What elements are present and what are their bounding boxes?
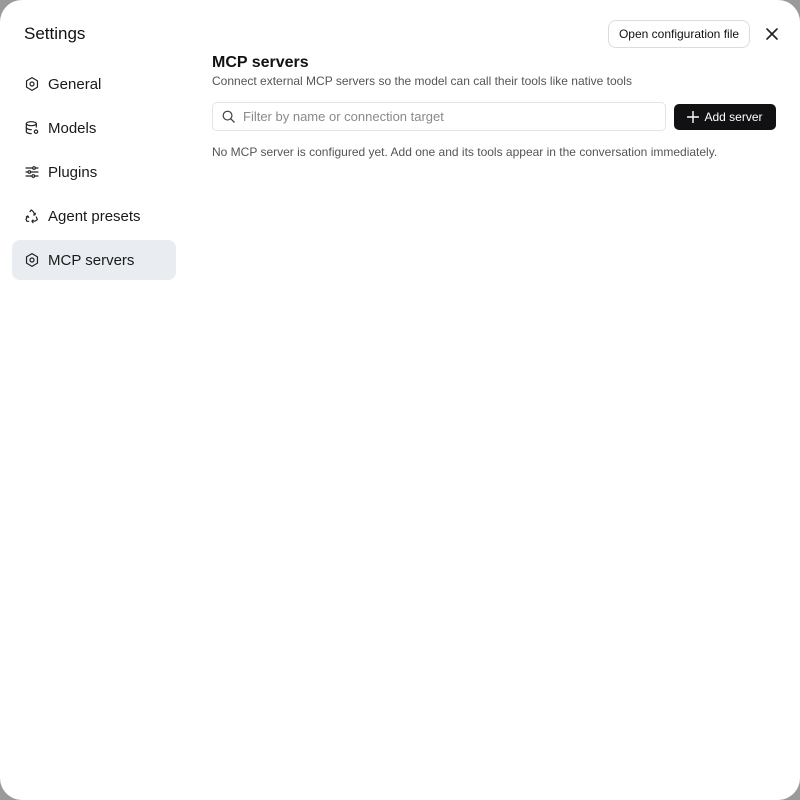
add-server-button[interactable]: Add server bbox=[674, 104, 776, 130]
sidebar-item-models[interactable]: Models bbox=[12, 108, 176, 148]
sidebar-item-label: General bbox=[48, 75, 102, 93]
search-input[interactable] bbox=[243, 109, 653, 124]
empty-state-message: No MCP server is configured yet. Add one… bbox=[212, 145, 718, 159]
close-icon bbox=[766, 28, 778, 40]
sidebar-item-label: Models bbox=[48, 119, 97, 137]
search-icon bbox=[222, 110, 235, 123]
gear-icon bbox=[23, 75, 41, 93]
plus-icon bbox=[687, 111, 700, 123]
gear-icon bbox=[23, 251, 41, 269]
database-icon bbox=[23, 119, 41, 137]
sidebar-item-label: Agent presets bbox=[48, 207, 141, 225]
sidebar-item-general[interactable]: General bbox=[12, 64, 176, 104]
sidebar-item-label: MCP servers bbox=[48, 251, 135, 269]
sliders-icon bbox=[23, 163, 41, 181]
close-button[interactable] bbox=[762, 24, 782, 44]
search-box[interactable] bbox=[212, 102, 666, 131]
sidebar-item-mcp-servers[interactable]: MCP servers bbox=[12, 240, 176, 280]
sidebar-item-label: Plugins bbox=[48, 163, 98, 181]
settings-window: Settings General Models Plugins Agent pr… bbox=[0, 0, 800, 800]
page-title: MCP servers bbox=[212, 54, 309, 71]
sidebar-nav: General Models Plugins Agent presets MCP… bbox=[12, 64, 176, 284]
add-server-label: Add server bbox=[704, 110, 763, 124]
page-subtitle: Connect external MCP servers so the mode… bbox=[212, 74, 632, 88]
sidebar-item-agent-presets[interactable]: Agent presets bbox=[12, 196, 176, 236]
open-configuration-file-button[interactable]: Open configuration file bbox=[608, 20, 750, 48]
sidebar-item-plugins[interactable]: Plugins bbox=[12, 152, 176, 192]
sidebar-title: Settings bbox=[24, 24, 86, 43]
recycle-icon bbox=[23, 207, 41, 225]
sidebar: Settings General Models Plugins Agent pr… bbox=[0, 0, 188, 800]
